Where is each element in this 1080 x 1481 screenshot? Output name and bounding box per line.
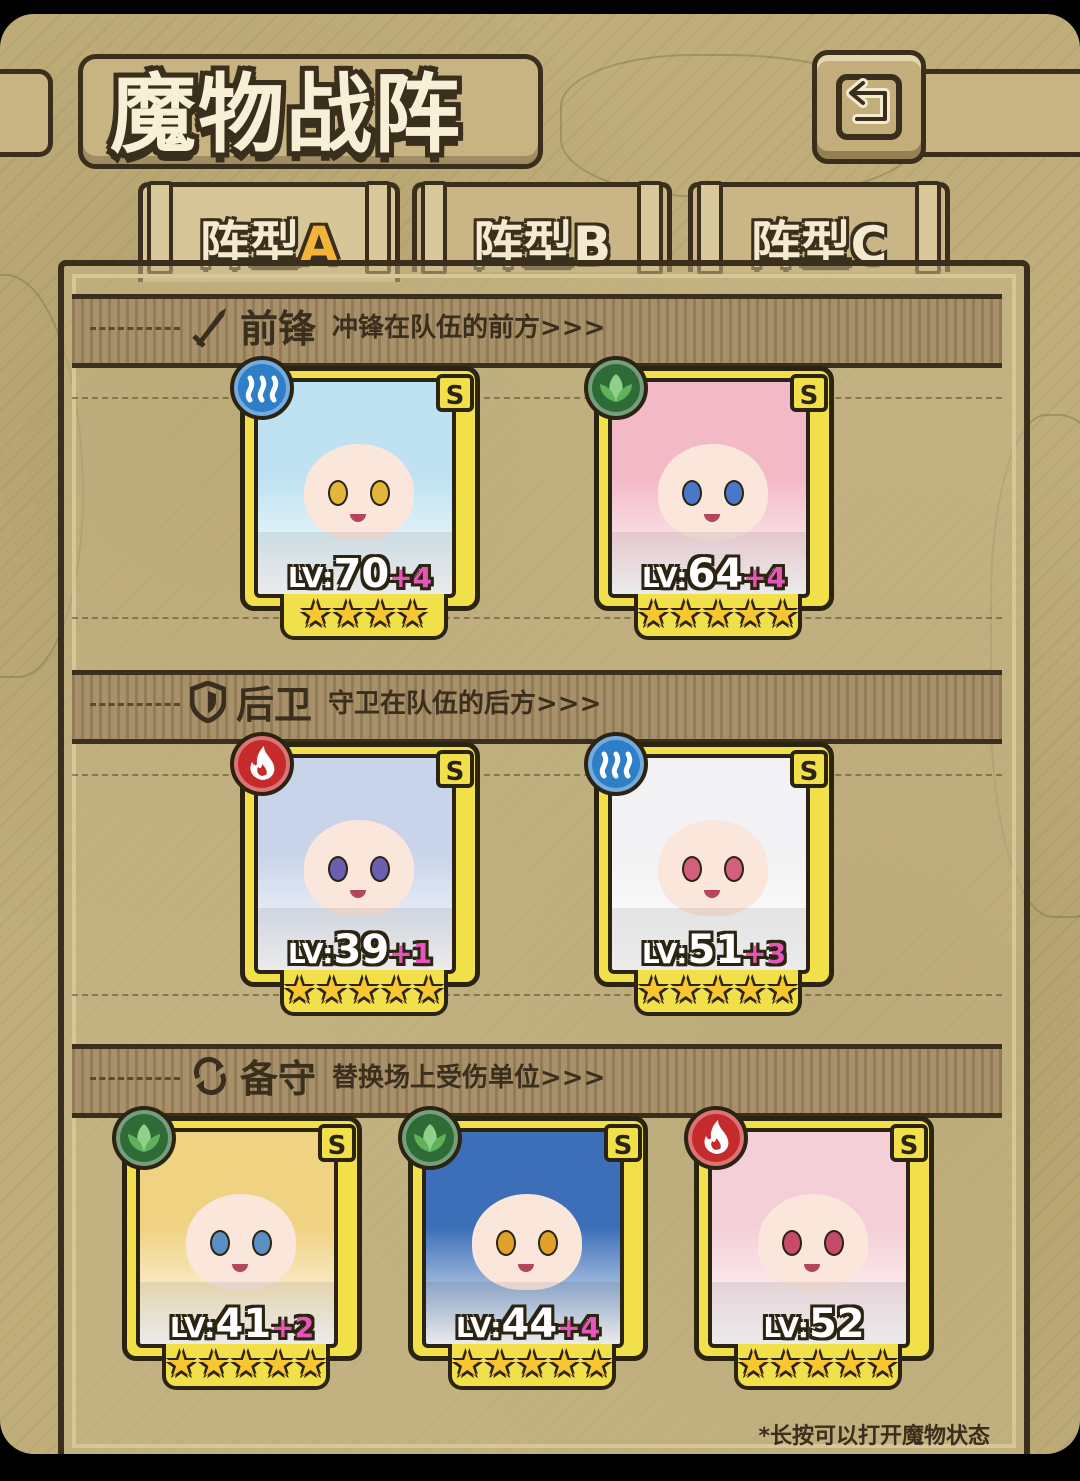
section-subtitle: 替换场上受伤单位>>> bbox=[332, 1063, 606, 1093]
level-label: LV:39+1 bbox=[287, 927, 433, 973]
section-subtitle: 冲锋在队伍的前方>>> bbox=[332, 313, 606, 343]
star-icon: ★ bbox=[701, 970, 735, 1011]
shelf-line bbox=[72, 617, 1002, 627]
star-icon: ★ bbox=[701, 594, 735, 635]
star-icon: ★ bbox=[229, 1344, 263, 1385]
monster-card[interactable]: S LV:52 ★ ★ ★ ★ ★ bbox=[684, 1106, 934, 1390]
star-rating: ★ ★ ★ ★ ★ bbox=[734, 1344, 902, 1390]
rank-badge: S bbox=[790, 750, 828, 788]
section-header-vanguard: 前锋 冲锋在队伍的前方>>> bbox=[190, 298, 605, 353]
fire-element-icon bbox=[684, 1106, 748, 1170]
level-label: LV:64+4 bbox=[641, 551, 787, 597]
star-rating: ★ ★ ★ ★ ★ bbox=[448, 1344, 616, 1390]
rank-badge: S bbox=[318, 1124, 356, 1162]
monster-card[interactable]: S LV:44+4 ★ ★ ★ ★ ★ bbox=[398, 1106, 648, 1390]
star-icon: ★ bbox=[769, 1344, 802, 1385]
page-title: 魔物战阵 bbox=[110, 65, 462, 165]
section-title: 备守 bbox=[240, 1057, 317, 1101]
level-label: LV:51+3 bbox=[641, 927, 787, 973]
star-rating: ★ ★ ★ ★ ★ bbox=[634, 970, 802, 1016]
grass-element-icon bbox=[112, 1106, 176, 1170]
water-element-icon bbox=[230, 356, 294, 420]
star-icon: ★ bbox=[637, 970, 670, 1011]
star-icon: ★ bbox=[669, 970, 702, 1011]
star-icon: ★ bbox=[299, 594, 332, 635]
divider bbox=[90, 1077, 180, 1080]
rank-badge: S bbox=[436, 750, 474, 788]
rank-badge: S bbox=[604, 1124, 642, 1162]
divider bbox=[90, 703, 180, 706]
star-icon: ★ bbox=[801, 1344, 835, 1385]
sword-icon bbox=[192, 307, 226, 348]
star-icon: ★ bbox=[866, 1344, 899, 1385]
section-title: 前锋 bbox=[240, 307, 317, 351]
fire-element-icon bbox=[230, 732, 294, 796]
back-button[interactable] bbox=[812, 50, 926, 164]
star-icon: ★ bbox=[451, 1344, 484, 1385]
level-label: LV:52 bbox=[763, 1301, 865, 1347]
level-label: LV:70+4 bbox=[287, 551, 433, 597]
section-title: 后卫 bbox=[236, 683, 313, 727]
star-icon: ★ bbox=[347, 970, 381, 1011]
star-icon: ★ bbox=[548, 1344, 581, 1385]
water-element-icon bbox=[584, 732, 648, 796]
star-icon: ★ bbox=[165, 1344, 198, 1385]
star-icon: ★ bbox=[766, 970, 799, 1011]
star-icon: ★ bbox=[834, 1344, 867, 1385]
formation-panel: 魔物战阵 阵型A 阵型B 阵型C 前锋 冲锋在队伍的前方>>> 后卫 守卫在队伍… bbox=[0, 14, 1080, 1454]
return-arrow-icon bbox=[836, 74, 902, 140]
star-icon: ★ bbox=[364, 594, 397, 635]
tab-formation-c[interactable]: 阵型C bbox=[688, 181, 950, 275]
star-icon: ★ bbox=[734, 594, 767, 635]
monster-card[interactable]: S LV:70+4 ★ ★ ★ ★ bbox=[230, 356, 480, 640]
grass-element-icon bbox=[398, 1106, 462, 1170]
star-icon: ★ bbox=[262, 1344, 295, 1385]
shelf-line bbox=[72, 397, 1002, 407]
star-rating: ★ ★ ★ ★ ★ bbox=[634, 594, 802, 640]
shield-icon bbox=[190, 680, 226, 723]
star-icon: ★ bbox=[315, 970, 348, 1011]
star-icon: ★ bbox=[331, 594, 364, 635]
star-icon: ★ bbox=[294, 1344, 327, 1385]
star-icon: ★ bbox=[669, 594, 702, 635]
swap-icon bbox=[193, 1056, 227, 1095]
title-bar-left bbox=[0, 69, 53, 157]
star-icon: ★ bbox=[734, 970, 767, 1011]
level-label: LV:41+2 bbox=[169, 1301, 315, 1347]
shelf-line bbox=[72, 774, 1002, 784]
divider bbox=[90, 327, 180, 330]
star-icon: ★ bbox=[380, 970, 413, 1011]
star-icon: ★ bbox=[412, 970, 445, 1011]
star-icon: ★ bbox=[580, 1344, 613, 1385]
monster-card[interactable]: S LV:64+4 ★ ★ ★ ★ ★ bbox=[584, 356, 834, 640]
section-subtitle: 守卫在队伍的后方>>> bbox=[328, 689, 602, 719]
rank-badge: S bbox=[436, 374, 474, 412]
tab-formation-b[interactable]: 阵型B bbox=[412, 181, 672, 275]
long-press-hint: *长按可以打开魔物状态 bbox=[758, 1424, 990, 1449]
rank-badge: S bbox=[890, 1124, 928, 1162]
star-icon: ★ bbox=[766, 594, 799, 635]
star-icon: ★ bbox=[396, 594, 429, 635]
grass-element-icon bbox=[584, 356, 648, 420]
rank-badge: S bbox=[790, 374, 828, 412]
star-icon: ★ bbox=[515, 1344, 549, 1385]
shelf-line bbox=[72, 994, 1002, 1004]
star-icon: ★ bbox=[483, 1344, 516, 1385]
star-rating: ★ ★ ★ ★ ★ bbox=[162, 1344, 330, 1390]
section-header-reserve: 备守 替换场上受伤单位>>> bbox=[190, 1048, 605, 1103]
star-icon: ★ bbox=[737, 1344, 770, 1385]
star-rating: ★ ★ ★ ★ ★ bbox=[280, 970, 448, 1016]
monster-card[interactable]: S LV:41+2 ★ ★ ★ ★ ★ bbox=[112, 1106, 362, 1390]
section-header-rearguard: 后卫 守卫在队伍的后方>>> bbox=[190, 674, 601, 729]
star-icon: ★ bbox=[283, 970, 316, 1011]
monster-card[interactable]: S LV:39+1 ★ ★ ★ ★ ★ bbox=[230, 732, 480, 1016]
star-icon: ★ bbox=[197, 1344, 230, 1385]
star-rating: ★ ★ ★ ★ bbox=[280, 594, 448, 640]
star-icon: ★ bbox=[637, 594, 670, 635]
title-bar-right bbox=[905, 69, 1080, 157]
monster-card[interactable]: S LV:51+3 ★ ★ ★ ★ ★ bbox=[584, 732, 834, 1016]
level-label: LV:44+4 bbox=[455, 1301, 601, 1347]
